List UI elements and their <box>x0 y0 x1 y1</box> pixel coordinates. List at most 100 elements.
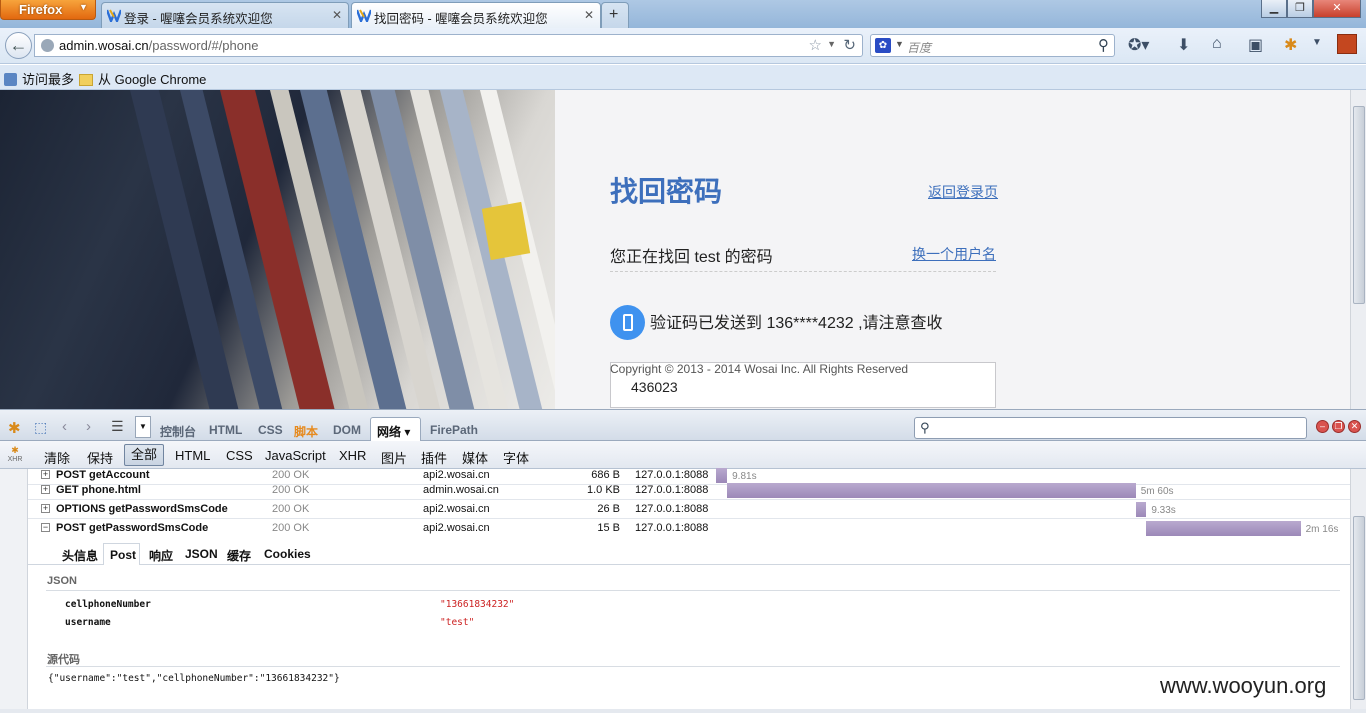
page-scrollbar[interactable] <box>1350 90 1366 409</box>
downloads-icon[interactable]: ⬇ <box>1177 35 1190 55</box>
detail-tabs: 头信息 Post 响应 JSON 缓存 Cookies <box>28 543 1350 565</box>
expand-icon[interactable]: + <box>41 504 50 513</box>
back-arrow-icon[interactable]: ‹ <box>62 418 67 435</box>
change-username-link[interactable]: 换一个用户名 <box>912 244 996 264</box>
copyright-text: Copyright © 2013 - 2014 Wosai Inc. All R… <box>610 362 909 376</box>
baidu-engine-icon[interactable]: ✿ <box>875 38 891 53</box>
tab-cache[interactable]: 缓存 <box>227 547 251 564</box>
tab-post[interactable]: Post <box>103 543 140 565</box>
filter-css-button[interactable]: CSS <box>226 448 253 463</box>
restore-icon[interactable]: ❐ <box>1287 0 1313 18</box>
close-icon[interactable]: ✕ <box>1348 420 1361 433</box>
verification-code-value: 436023 <box>631 379 678 395</box>
forward-arrow-icon[interactable]: › <box>86 418 91 435</box>
browser-tab-reset-password[interactable]: 找回密码 - 喔噻会员系统欢迎您 ✕ <box>351 2 601 28</box>
reload-icon[interactable]: ↻ <box>843 36 856 54</box>
tab-net[interactable]: 网络 ▾ <box>370 417 421 441</box>
param-value: "test" <box>440 617 475 628</box>
table-row[interactable]: + GET phone.html 200 OK admin.wosai.cn 1… <box>28 481 1350 500</box>
post-source-text: {"username":"test","cellphoneNumber":"13… <box>48 673 340 684</box>
net-scrollbar[interactable] <box>1350 469 1366 709</box>
chevron-down-icon[interactable]: ▼ <box>1312 37 1322 48</box>
json-section-label: JSON <box>47 575 77 587</box>
close-tab-icon[interactable]: ✕ <box>584 8 594 22</box>
tab-css[interactable]: CSS <box>258 423 283 437</box>
divider <box>46 666 1340 667</box>
tab-strip: Firefox ▼ 登录 - 喔噻会员系统欢迎您 ✕ 找回密码 - 喔噻会员系统欢… <box>0 0 1366 28</box>
detach-icon[interactable]: ❐ <box>1332 420 1345 433</box>
tab-headers[interactable]: 头信息 <box>62 547 98 564</box>
finding-user-text: 您正在找回 test 的密码 <box>610 249 773 266</box>
param-key: cellphoneNumber <box>65 599 151 610</box>
addon-icon[interactable]: ▣ <box>1248 35 1263 55</box>
filter-js-button[interactable]: JavaScript <box>265 448 326 463</box>
folder-icon <box>79 74 93 86</box>
page-title: 找回密码 <box>610 176 723 207</box>
param-key: username <box>65 617 111 628</box>
divider <box>46 590 1340 591</box>
chevron-down-icon[interactable]: ▼ <box>135 416 151 438</box>
url-bar[interactable]: admin.wosai.cn/password/#/phone ☆ ▼ ↻ <box>34 34 863 57</box>
firebug-icon[interactable]: ✱ <box>1284 35 1297 55</box>
back-button[interactable]: ← <box>5 32 32 59</box>
tab-script[interactable]: 脚本 <box>294 423 318 440</box>
filter-xhr-button[interactable]: XHR <box>339 448 366 463</box>
filter-plugins-button[interactable]: 插件 <box>421 448 447 467</box>
firefox-menu-button[interactable]: Firefox ▼ <box>0 0 96 20</box>
collapse-icon[interactable]: − <box>41 523 50 532</box>
wosai-favicon-icon <box>357 9 371 22</box>
history-dropdown-icon[interactable]: ▼ <box>827 39 836 49</box>
filter-fonts-button[interactable]: 字体 <box>503 448 529 467</box>
bookmarks-menu-icon[interactable]: ✪▾ <box>1128 35 1149 55</box>
tab-cookies[interactable]: Cookies <box>264 547 311 561</box>
url-text: admin.wosai.cn/password/#/phone <box>59 38 259 53</box>
minimize-icon[interactable]: – <box>1316 420 1329 433</box>
tab-response[interactable]: 响应 <box>149 547 173 564</box>
bookmark-star-icon[interactable]: ☆ <box>809 36 822 54</box>
scrollbar-thumb[interactable] <box>1353 106 1365 304</box>
expand-icon[interactable]: + <box>41 485 50 494</box>
browser-tab-login[interactable]: 登录 - 喔噻会员系统欢迎您 ✕ <box>101 2 349 28</box>
menu-icon[interactable]: ☰ <box>111 418 124 435</box>
search-icon[interactable]: ⚲ <box>1098 36 1109 54</box>
xhr-breakpoint-icon[interactable]: ✱ XHR <box>7 445 23 463</box>
back-to-login-link[interactable]: 返回登录页 <box>928 182 998 202</box>
tab-json[interactable]: JSON <box>185 547 218 561</box>
filter-clear-button[interactable]: 清除 <box>44 448 70 467</box>
timeline-bar <box>1135 502 1147 517</box>
tab-html[interactable]: HTML <box>209 423 242 437</box>
search-bar[interactable]: ✿ ▼ 百度 ⚲ <box>870 34 1115 57</box>
tab-console[interactable]: 控制台 <box>160 423 196 440</box>
tab-dom[interactable]: DOM <box>333 423 361 437</box>
net-filter-bar: ✱ XHR 清除 保持 全部 HTML CSS JavaScript XHR 图片… <box>0 441 1366 469</box>
inspect-icon[interactable]: ⬚ <box>34 419 47 436</box>
request-detail-panel: 头信息 Post 响应 JSON 缓存 Cookies JSON cellpho… <box>28 543 1350 709</box>
home-icon[interactable]: ⌂ <box>1212 35 1222 53</box>
search-icon: ⚲ <box>920 420 930 435</box>
table-row[interactable]: − POST getPasswordSmsCode 200 OK api2.wo… <box>28 519 1350 538</box>
extension-icon[interactable] <box>1337 34 1357 54</box>
timeline-bar <box>1146 521 1301 536</box>
filter-images-button[interactable]: 图片 <box>381 448 407 467</box>
bookmark-most-visited[interactable]: 访问最多 <box>4 69 74 88</box>
timeline-bar <box>727 483 1136 498</box>
filter-all-button[interactable]: 全部 <box>124 444 164 466</box>
bookmark-icon <box>4 73 17 86</box>
filter-persist-button[interactable]: 保持 <box>87 448 113 467</box>
table-row[interactable]: + OPTIONS getPasswordSmsCode 200 OK api2… <box>28 500 1350 519</box>
bookmark-folder-chrome[interactable]: 从 Google Chrome <box>79 69 206 88</box>
new-tab-button[interactable]: + <box>601 2 629 28</box>
tab-firepath[interactable]: FirePath <box>430 423 478 437</box>
scrollbar-thumb[interactable] <box>1353 516 1365 700</box>
minimize-icon[interactable]: ▁ <box>1261 0 1287 18</box>
firebug-search-input[interactable]: ⚲ <box>914 417 1307 439</box>
navigation-toolbar: ← admin.wosai.cn/password/#/phone ☆ ▼ ↻ … <box>0 28 1366 64</box>
filter-html-button[interactable]: HTML <box>175 448 210 463</box>
close-window-icon[interactable]: ✕ <box>1313 0 1361 18</box>
sms-sent-message: 验证码已发送到 136****4232 ,请注意查收 <box>650 315 943 332</box>
firebug-icon[interactable]: ✱ <box>8 419 21 437</box>
phone-icon <box>610 305 645 340</box>
close-tab-icon[interactable]: ✕ <box>332 8 342 22</box>
expand-icon[interactable]: + <box>41 470 50 479</box>
filter-media-button[interactable]: 媒体 <box>462 448 488 467</box>
